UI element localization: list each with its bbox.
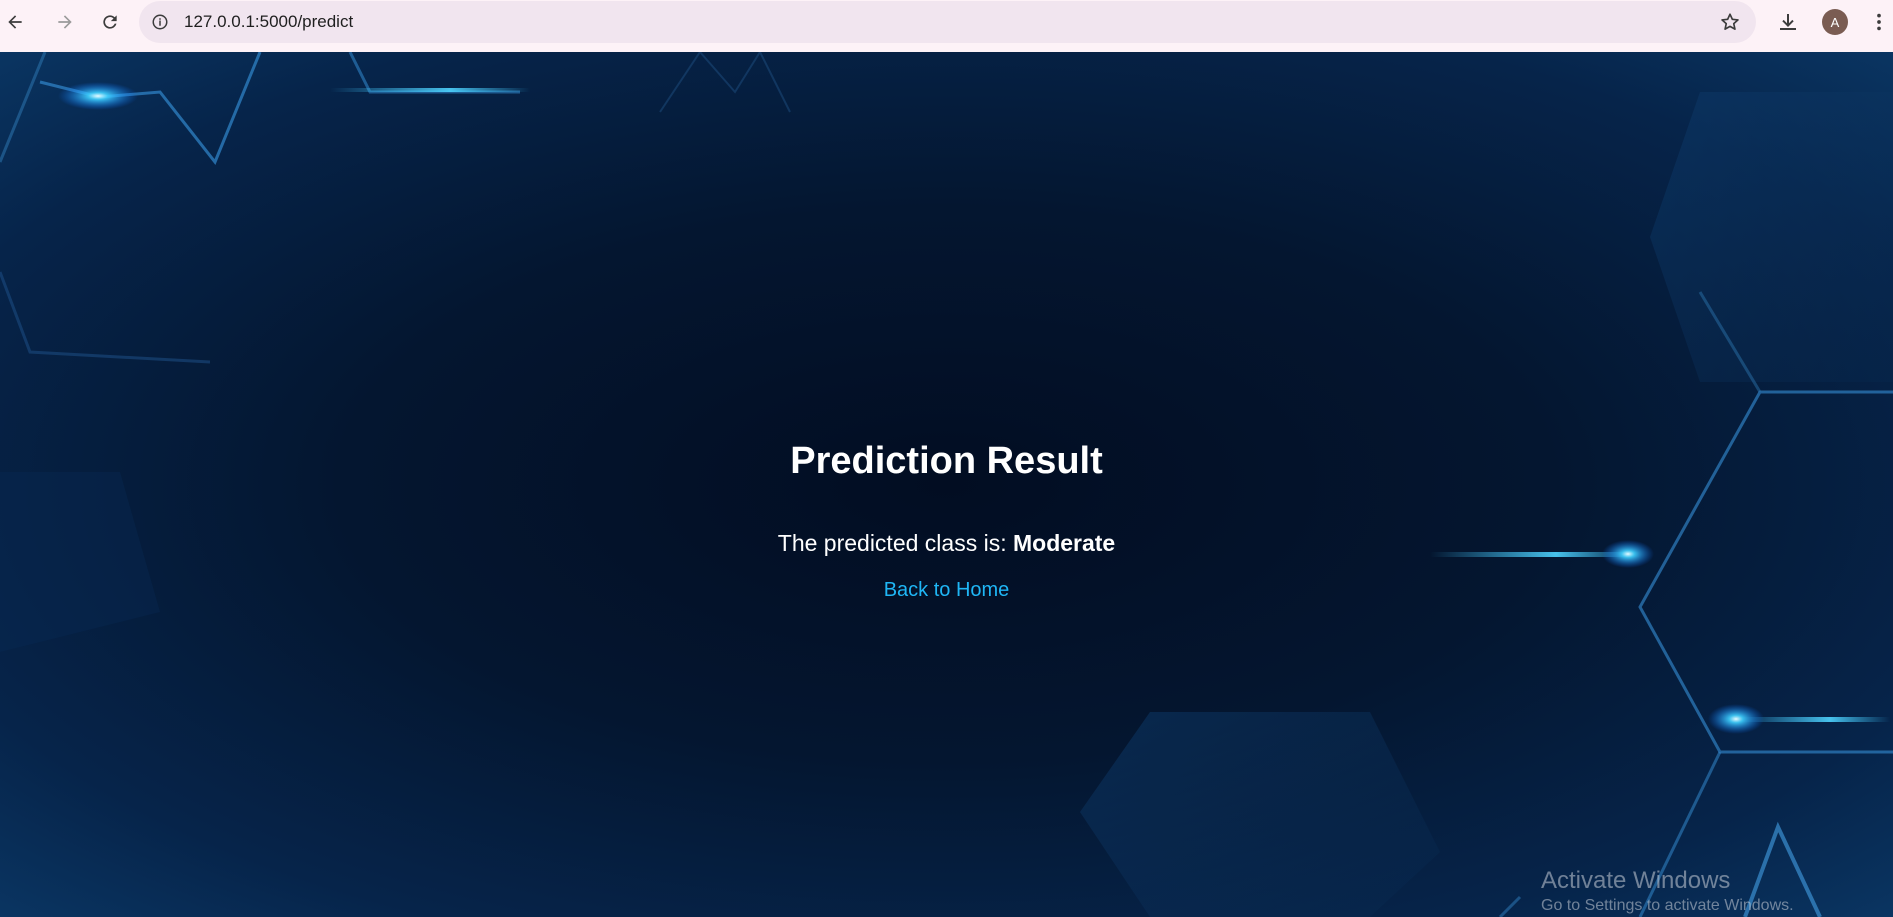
result-label: The predicted class is: [777,530,1013,556]
prediction-result: The predicted class is: Moderate [0,530,1893,557]
kebab-menu-icon [1877,13,1881,31]
reload-button[interactable] [92,4,128,40]
bookmark-button[interactable] [1718,10,1742,34]
back-button[interactable] [0,4,33,40]
url-text[interactable]: 127.0.0.1:5000/predict [184,12,353,32]
forward-button[interactable] [47,4,83,40]
profile-initial: A [1830,14,1840,30]
back-link-container: Back to Home [0,579,1893,602]
watermark-subtitle: Go to Settings to activate Windows. [1541,897,1794,914]
page-viewport: Prediction Result The predicted class is… [0,52,1893,917]
activate-windows-watermark: Activate Windows Go to Settings to activ… [1541,866,1794,916]
arrow-left-icon [8,15,22,29]
download-icon [1780,14,1796,30]
page-title: Prediction Result [790,440,1103,482]
result-value: Moderate [1012,530,1116,556]
download-button[interactable] [1775,9,1801,35]
reload-icon [103,15,117,29]
site-info-button[interactable] [146,8,174,36]
watermark-title: Activate Windows [1541,867,1731,894]
browser-toolbar: 127.0.0.1:5000/predict A [0,0,1893,52]
back-to-home-link[interactable]: Back to Home [884,579,1010,601]
prediction-panel: Prediction Result The predicted class is… [0,52,1893,917]
arrow-right-icon [58,15,72,29]
star-icon [1721,13,1739,30]
browser-menu-button[interactable] [1870,9,1888,35]
address-bar[interactable]: 127.0.0.1:5000/predict [139,1,1756,43]
info-icon [152,14,168,30]
profile-avatar[interactable]: A [1822,9,1848,35]
